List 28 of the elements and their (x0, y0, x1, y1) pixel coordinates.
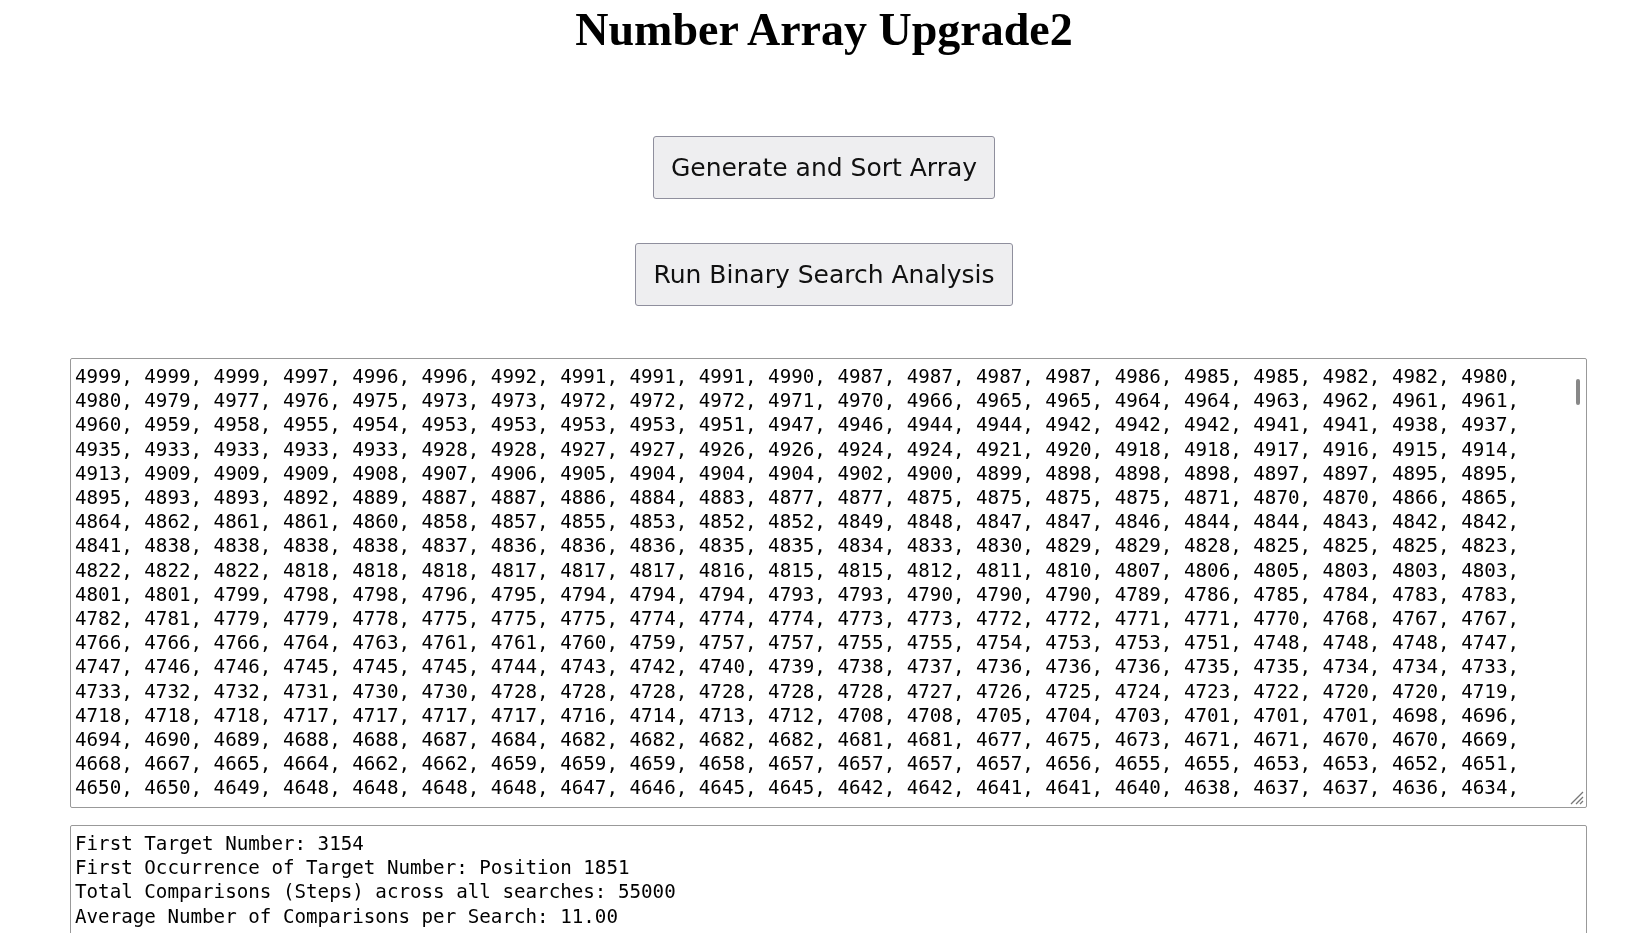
array-line: 4650, 4650, 4649, 4648, 4648, 4648, 4648, 4647, 4646, 4645, 4645, 4642, 4642, 4641, 4641, 4640, 4638, 4637, 4637, 4636, 4634, (75, 776, 1519, 801)
array-text-area[interactable] (70, 358, 1587, 808)
array-line: 4864, 4862, 4861, 4861, 4860, 4858, 4857, 4855, 4853, 4852, 4852, 4849, 4848, 4847, 4847, 4846, 4844, 4844, 4843, 4842, 4842, (75, 510, 1519, 535)
array-line: 4694, 4690, 4689, 4688, 4688, 4687, 4684, 4682, 4682, 4682, 4682, 4681, 4681, 4677, 4675, 4673, 4671, 4671, 4670, 4670, 4669, (75, 728, 1519, 753)
array-line: 4668, 4667, 4665, 4664, 4662, 4662, 4659, 4659, 4659, 4658, 4657, 4657, 4657, 4657, 4656, 4655, 4655, 4653, 4653, 4652, 4651, (75, 752, 1519, 777)
result-line: First Occurrence of Target Number: Position 1851 (75, 856, 630, 881)
array-line: 4782, 4781, 4779, 4779, 4778, 4775, 4775, 4775, 4774, 4774, 4774, 4773, 4773, 4772, 4772, 4771, 4771, 4770, 4768, 4767, 4767, (75, 607, 1519, 632)
result-line: Total Comparisons (Steps) across all searches: 55000 (75, 880, 676, 905)
array-line: 4935, 4933, 4933, 4933, 4933, 4928, 4928, 4927, 4927, 4926, 4926, 4924, 4924, 4921, 4920, 4918, 4918, 4917, 4916, 4915, 4914, (75, 437, 1519, 462)
array-line: 4747, 4746, 4746, 4745, 4745, 4745, 4744, 4743, 4742, 4740, 4739, 4738, 4737, 4736, 4736, 4736, 4735, 4735, 4734, 4734, 4733, (75, 655, 1519, 680)
array-line: 4841, 4838, 4838, 4838, 4838, 4837, 4836, 4836, 4836, 4835, 4835, 4834, 4833, 4830, 4829, 4829, 4828, 4825, 4825, 4825, 4823, (75, 534, 1519, 559)
array-line: 4980, 4979, 4977, 4976, 4975, 4973, 4973, 4972, 4972, 4972, 4971, 4970, 4966, 4965, 4965, 4964, 4964, 4963, 4962, 4961, 4961, (75, 389, 1519, 414)
array-line: 4718, 4718, 4718, 4717, 4717, 4717, 4717, 4716, 4714, 4713, 4712, 4708, 4708, 4705, 4704, 4703, 4701, 4701, 4701, 4698, 4696, (75, 703, 1519, 729)
action-button[interactable]: Run Binary Search Analysis (635, 243, 1013, 306)
array-line: 4766, 4766, 4766, 4764, 4763, 4761, 4761, 4760, 4759, 4757, 4757, 4755, 4755, 4754, 4753, 4753, 4751, 4748, 4748, 4748, 4747, (75, 631, 1519, 656)
resize-grip-icon[interactable] (1568, 789, 1584, 805)
page-title: Number Array Upgrade2 (575, 4, 1073, 56)
array-line: 4913, 4909, 4909, 4909, 4908, 4907, 4906, 4905, 4904, 4904, 4904, 4902, 4900, 4899, 4898, 4898, 4898, 4897, 4897, 4895, 4895, (75, 461, 1519, 486)
array-line: 4960, 4959, 4958, 4955, 4954, 4953, 4953, 4953, 4953, 4951, 4947, 4946, 4944, 4944, 4942, 4942, 4942, 4941, 4941, 4938, 4937, (75, 413, 1519, 438)
result-line: First Target Number: 3154 (75, 832, 364, 857)
scrollbar-thumb[interactable] (1576, 379, 1580, 405)
result-line: Average Number of Comparisons per Search: 11.00 (75, 904, 618, 929)
array-line: 4733, 4732, 4732, 4731, 4730, 4730, 4728, 4728, 4728, 4728, 4728, 4728, 4727, 4726, 4725, 4724, 4723, 4722, 4720, 4720, 4719, (75, 679, 1519, 704)
action-button[interactable]: Generate and Sort Array (652, 136, 996, 199)
array-line: 4895, 4893, 4893, 4892, 4889, 4887, 4887, 4886, 4884, 4883, 4877, 4877, 4875, 4875, 4875, 4875, 4871, 4870, 4870, 4866, 4865, (75, 486, 1519, 511)
array-line: 4801, 4801, 4799, 4798, 4798, 4796, 4795, 4794, 4794, 4794, 4793, 4793, 4790, 4790, 4790, 4789, 4786, 4785, 4784, 4783, 4783, (75, 582, 1519, 608)
array-line: 4822, 4822, 4822, 4818, 4818, 4818, 4817, 4817, 4817, 4816, 4815, 4815, 4812, 4811, 4810, 4807, 4806, 4805, 4803, 4803, 4803, (75, 558, 1519, 583)
array-line: 4999, 4999, 4999, 4997, 4996, 4996, 4992, 4991, 4991, 4991, 4990, 4987, 4987, 4987, 4987, 4986, 4985, 4985, 4982, 4982, 4980, (75, 365, 1519, 390)
